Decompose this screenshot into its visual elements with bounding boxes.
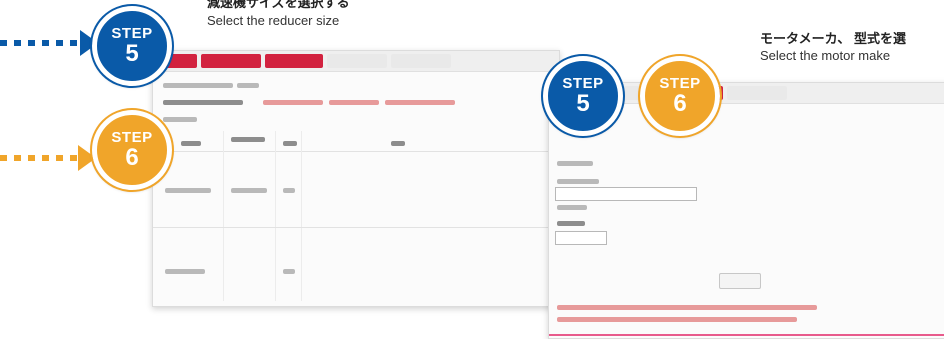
step5-badge: STEP 5 — [90, 4, 174, 88]
maker-select[interactable] — [555, 187, 697, 201]
step5-dotted-arrow-icon — [0, 40, 77, 46]
step5-badge-right: STEP 5 — [541, 54, 625, 138]
step-label: STEP — [659, 74, 701, 92]
model-select[interactable] — [555, 231, 607, 245]
browser-tab-bar — [153, 51, 559, 72]
step-number: 6 — [673, 89, 687, 117]
step-label: STEP — [562, 74, 604, 92]
step6-badge-right: STEP 6 — [638, 54, 722, 138]
step-number: 5 — [576, 89, 590, 117]
next-button[interactable] — [719, 273, 761, 289]
reducer-size-screenshot — [152, 50, 560, 307]
step6-caption-en: Select the motor make — [760, 48, 891, 63]
step-label: STEP — [111, 128, 153, 146]
step-number: 6 — [125, 143, 139, 171]
step-label: STEP — [111, 24, 153, 42]
step5-caption-en: Select the reducer size — [207, 13, 340, 28]
step-number: 5 — [125, 39, 139, 67]
step5-caption-jp: 減速機サイズを選択する — [207, 0, 350, 10]
step6-dotted-arrow-icon — [0, 155, 77, 161]
step6-caption-jp: モータメーカ、 型式を選 — [760, 31, 906, 46]
step6-badge: STEP 6 — [90, 108, 174, 192]
